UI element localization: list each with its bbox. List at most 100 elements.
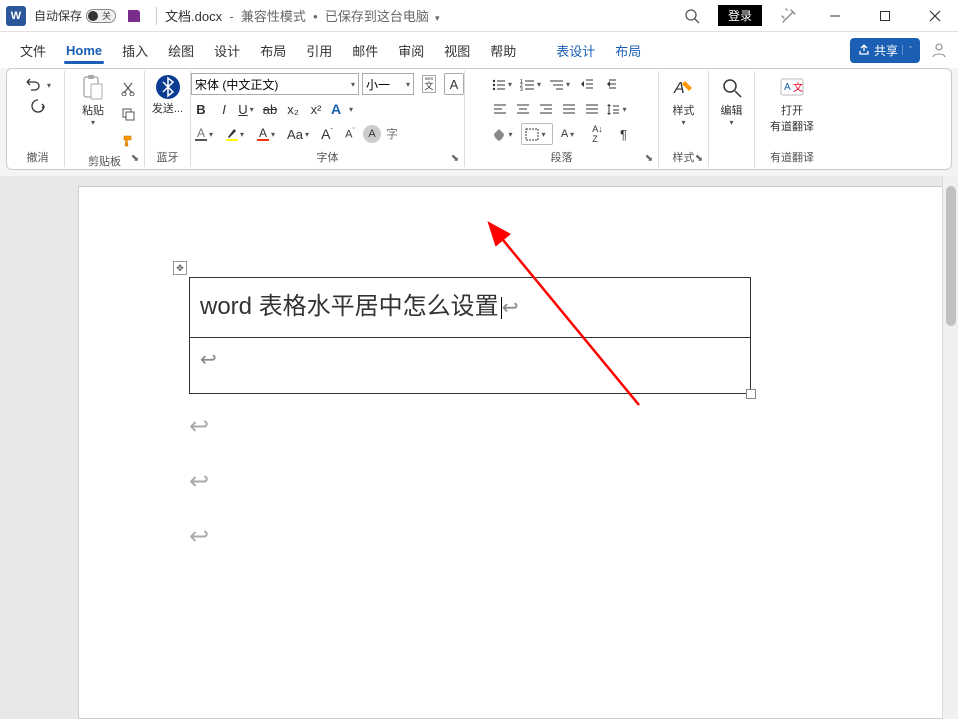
font-size-combo[interactable]: 小一 ▾ [362,73,414,95]
font-name-combo[interactable]: 宋体 (中文正文) ▾ [191,73,359,95]
redo-button[interactable] [28,95,48,117]
autosave-label: 自动保存 [34,7,82,24]
bluetooth-send-button[interactable]: 发送... [148,73,188,118]
text-effects-button[interactable]: A▾ [329,98,355,120]
save-icon[interactable] [126,8,142,24]
table-cell[interactable]: ↩ [190,338,751,394]
clear-format-button[interactable]: 字 [384,123,404,145]
underline-button[interactable]: U▾ [237,98,257,120]
tab-file[interactable]: 文件 [10,32,56,68]
search-icon[interactable] [684,8,700,24]
bullets-button[interactable]: ▾ [490,73,516,95]
group-undo: ▾ 撤消 [11,71,65,167]
group-paragraph: ▾ 123▾ ▾ ▾ ▾ ▾ A▾ [465,71,659,167]
align-distributed-button[interactable] [582,98,602,120]
change-case-button[interactable]: Aa▾ [284,123,314,145]
para-mark-icon: ↩ [502,297,519,319]
share-label: 共享 [874,42,898,59]
share-icon [858,44,870,56]
copy-button[interactable] [118,103,138,125]
undo-button[interactable]: ▾ [22,77,53,93]
ribbon: ▾ 撤消 粘贴 ▾ [6,68,952,170]
tryme-icon[interactable] [780,7,798,25]
group-clipboard-label: 剪贴板 [88,151,121,169]
tab-review[interactable]: 审阅 [388,32,434,68]
multilevel-button[interactable]: ▾ [548,73,574,95]
asian-layout-button[interactable]: A▾ [556,123,582,145]
account-pane-icon[interactable] [930,41,948,59]
tab-table-layout[interactable]: 布局 [605,32,651,68]
doc-subtitle: 兼容性模式 [241,9,306,24]
page[interactable]: ✥ word 表格水平居中怎么设置↩ ↩ ↩ ↩ ↩ [78,186,944,719]
group-styles: A 样式 ▾ 样式 ⬊ [659,71,709,167]
word-app-icon: W [6,6,26,26]
styles-button[interactable]: A 样式 ▾ [664,73,704,129]
share-button[interactable]: 共享 ˇ [850,38,920,63]
scrollbar-thumb[interactable] [946,186,956,326]
tab-home[interactable]: Home [56,32,112,68]
numbering-button[interactable]: 123▾ [519,73,545,95]
group-youdao-label: 有道翻译 [770,147,814,165]
titlebar-right: 登录 [684,0,958,31]
signin-button[interactable]: 登录 [718,5,762,26]
increase-indent-button[interactable] [600,73,620,95]
youdao-open-button[interactable]: A文 打开 有道翻译 [759,73,825,136]
superscript-button[interactable]: x² [306,98,326,120]
tab-table-design[interactable]: 表设计 [546,32,605,68]
grow-font-button[interactable]: Aˆ [317,123,337,145]
table-move-handle[interactable]: ✥ [173,261,187,275]
line-spacing-button[interactable]: ▾ [605,98,631,120]
decrease-indent-button[interactable] [577,73,597,95]
table-resize-handle[interactable] [746,389,756,399]
tab-insert[interactable]: 插入 [112,32,158,68]
font-launcher[interactable]: ⬊ [449,152,461,164]
table-cell[interactable]: word 表格水平居中怎么设置↩ [190,278,751,338]
styles-launcher[interactable]: ⬊ [693,152,705,164]
borders-button[interactable]: ▾ [521,123,553,145]
sort-button[interactable]: A↓Z [585,123,611,145]
align-justify-button[interactable] [559,98,579,120]
vertical-scrollbar[interactable] [942,176,958,719]
pinyin-guide-button[interactable]: 文wén [417,73,441,95]
shrink-font-button[interactable]: Aˇ [340,123,360,145]
italic-button[interactable]: I [214,98,234,120]
table[interactable]: word 表格水平居中怎么设置↩ ↩ [189,277,751,394]
autosave-toggle[interactable]: 关 [86,9,116,23]
cell-text: word 表格水平居中怎么设置 [200,293,499,320]
tab-references[interactable]: 引用 [296,32,342,68]
text-highlight-button[interactable]: A▾ [191,123,219,145]
tab-layout[interactable]: 布局 [250,32,296,68]
align-left-button[interactable] [490,98,510,120]
tab-mail[interactable]: 邮件 [342,32,388,68]
format-painter-button[interactable] [118,129,138,151]
paste-button[interactable]: 粘贴 ▾ [71,73,115,129]
tab-view[interactable]: 视图 [434,32,480,68]
subscript-button[interactable]: x₂ [283,98,303,120]
shading-button[interactable]: ▾ [490,123,518,145]
save-status: 已保存到这台电脑 [325,9,429,24]
highlight-color-button[interactable]: ▾ [222,123,250,145]
align-center-button[interactable] [513,98,533,120]
font-color-button[interactable]: A▾ [253,123,281,145]
close-button[interactable] [912,0,958,32]
group-youdao: A文 打开 有道翻译 有道翻译 [755,71,829,167]
group-font: 宋体 (中文正文) ▾ 小一 ▾ 文wén A B I U▾ [191,71,465,167]
maximize-button[interactable] [862,0,908,32]
clipboard-launcher[interactable]: ⬊ [129,152,141,164]
minimize-button[interactable] [812,0,858,32]
edit-button[interactable]: 编辑 ▾ [713,73,751,129]
cut-button[interactable] [118,77,138,99]
strikethrough-button[interactable]: ab [260,98,280,120]
tab-design[interactable]: 设计 [204,32,250,68]
paragraph-launcher[interactable]: ⬊ [643,152,655,164]
group-edit: 编辑 ▾ [709,71,755,167]
group-bluetooth: 发送... 蓝牙 [145,71,191,167]
show-marks-button[interactable]: ¶ [614,123,634,145]
tab-help[interactable]: 帮助 [480,32,526,68]
bold-button[interactable]: B [191,98,211,120]
align-right-button[interactable] [536,98,556,120]
char-border-button[interactable]: A [444,73,464,95]
tab-draw[interactable]: 绘图 [158,32,204,68]
circle-char-button[interactable]: A [363,125,381,143]
document-title: 文档.docx - 兼容性模式 • 已保存到这台电脑 ▾ [165,6,440,25]
